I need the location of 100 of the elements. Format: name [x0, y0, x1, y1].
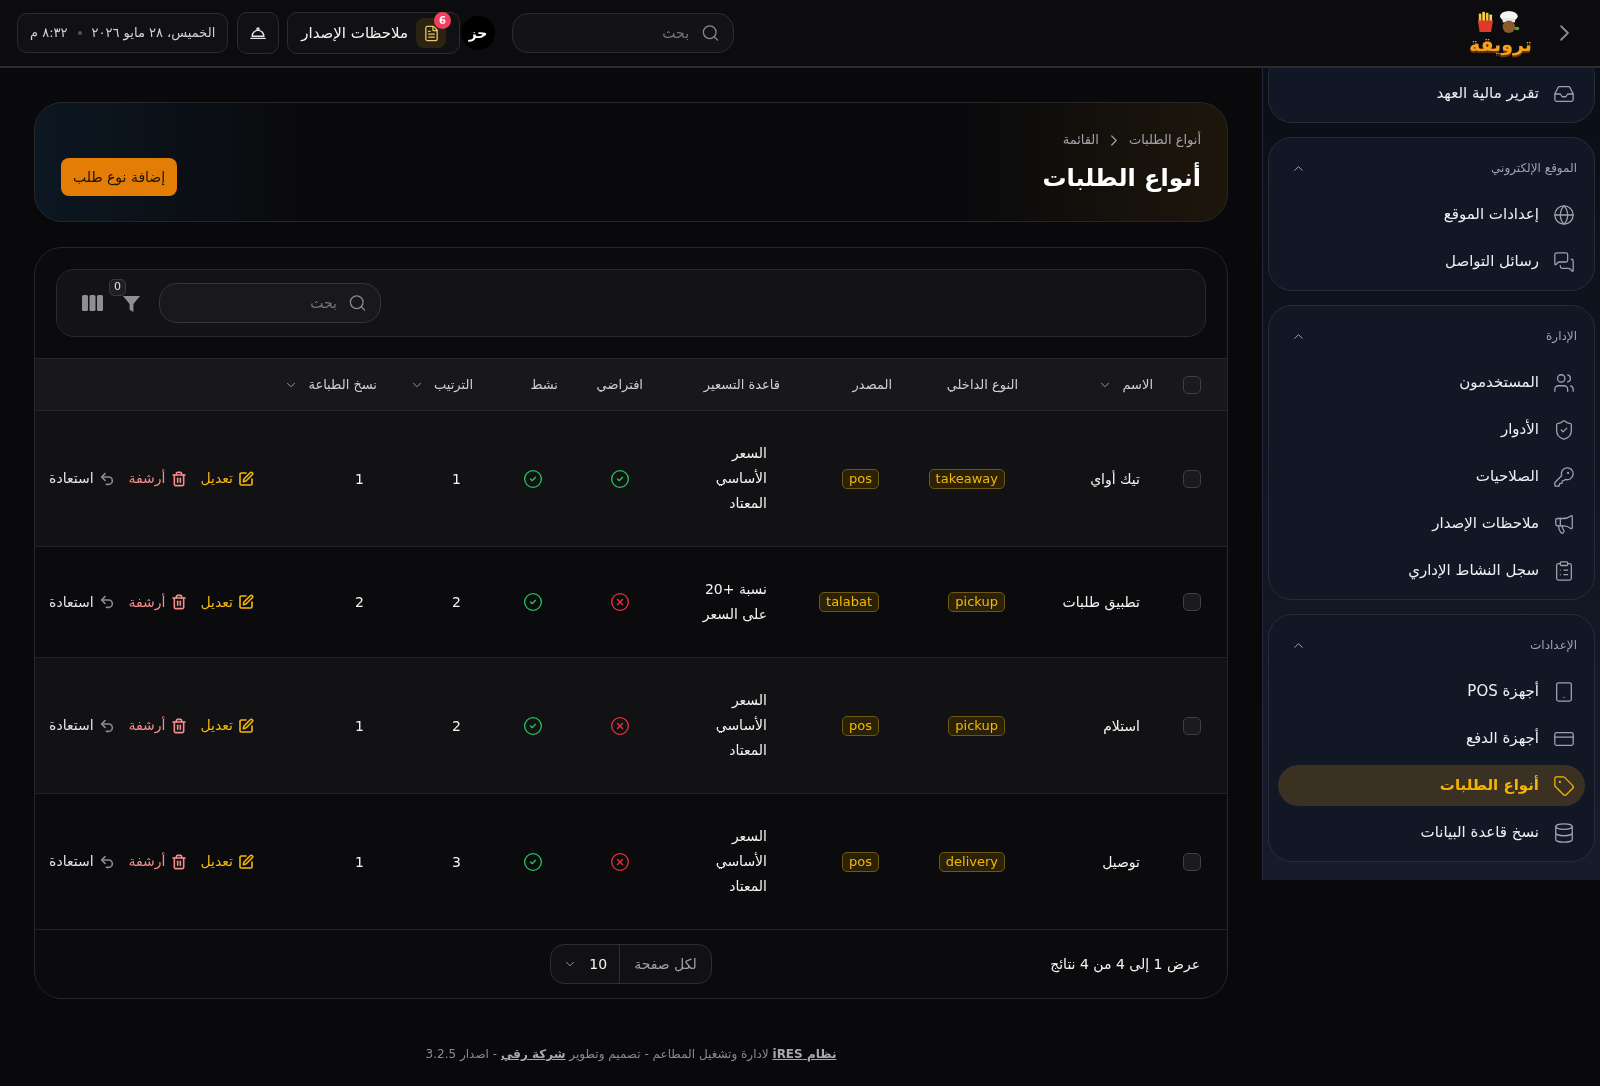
edit-button[interactable]: تعديل: [200, 851, 254, 872]
pen-square-icon: [238, 594, 254, 610]
undo-arrow-icon: [98, 470, 115, 487]
row-checkbox[interactable]: [1183, 593, 1201, 611]
per-page-label: لكل صفحة: [619, 945, 711, 983]
chevron-right-icon: [1110, 134, 1117, 146]
restore-button[interactable]: استعادة: [49, 591, 115, 613]
sidebar-item[interactable]: سجل النشاط الإداري: [1278, 550, 1585, 591]
table-cell: 1: [355, 470, 364, 487]
trash-icon: [170, 853, 187, 870]
table-cell: 2: [355, 594, 364, 610]
column-header: افتراضي: [596, 375, 643, 394]
time-text: ٨:٣٢ م: [30, 24, 68, 43]
globe-icon: [1553, 203, 1575, 226]
row-checkbox[interactable]: [1183, 469, 1201, 488]
per-page-select[interactable]: 10: [551, 945, 620, 983]
section-title: الإعدادات: [1530, 637, 1577, 654]
edit-button[interactable]: تعديل: [200, 591, 254, 613]
edit-button[interactable]: تعديل: [200, 468, 254, 489]
table-cell: 1: [452, 470, 461, 487]
edit-button[interactable]: تعديل: [200, 715, 254, 736]
chevron-right-icon[interactable]: [1560, 25, 1569, 41]
table-cell: استلام: [1103, 717, 1140, 734]
row-checkbox[interactable]: [1183, 716, 1201, 735]
restore-button[interactable]: استعادة: [49, 715, 115, 736]
table-cell: 1: [355, 853, 364, 870]
column-header: المصدر: [852, 375, 892, 395]
footer-credit: نظام iRES لادارة وتشغيل المطاعم - تصميم وتطوير شركة رقي - اصدار 3.2.5: [424, 1046, 838, 1063]
breadcrumb-link[interactable]: أنواع الطلبات: [1128, 130, 1201, 150]
cloche-button[interactable]: [237, 12, 280, 54]
footer-link[interactable]: شركة رقي: [500, 1047, 566, 1061]
logo-text: ترويقة: [1468, 33, 1532, 56]
filter-icon[interactable]: [122, 293, 141, 313]
key-icon: [1553, 465, 1575, 488]
type-badge: pos: [842, 715, 879, 736]
sidebar-item[interactable]: أجهزة POS: [1278, 671, 1585, 712]
row-checkbox[interactable]: [1183, 852, 1201, 871]
sidebar-item[interactable]: أجهزة الدفع: [1278, 718, 1585, 759]
date-text: الخميس، ٢٨ مايو ٢٠٢٦: [91, 24, 216, 43]
table-cell-text: السعر الأساسي المعتاد: [714, 691, 767, 760]
search-icon: [348, 293, 367, 313]
tablet-icon: [1553, 680, 1575, 703]
undo-arrow-icon: [98, 717, 115, 734]
table-search-field[interactable]: بحث: [159, 283, 381, 323]
type-badge: pos: [842, 851, 879, 872]
users-icon: [1553, 371, 1575, 394]
sidebar-item[interactable]: المستخدمون: [1278, 362, 1585, 403]
sidebar-item[interactable]: نسخ قاعدة البيانات: [1278, 812, 1585, 853]
add-order-type-button[interactable]: إضافة نوع طلب: [61, 158, 178, 196]
chat-bubbles-icon: [1553, 250, 1575, 273]
sidebar-item[interactable]: تقرير مالية العهد: [1278, 73, 1585, 114]
search-field[interactable]: بحث: [512, 13, 735, 53]
sidebar-item[interactable]: ملاحظات الإصدار: [1278, 503, 1585, 544]
trash-icon: [170, 594, 187, 610]
search-icon: [701, 23, 721, 43]
columns-icon[interactable]: [82, 295, 103, 311]
type-badge: pos: [842, 468, 879, 489]
sidebar-item[interactable]: أنواع الطلبات: [1278, 765, 1585, 806]
column-header: النوع الداخلي: [946, 375, 1018, 395]
select-all-checkbox[interactable]: [1183, 375, 1201, 394]
type-badge: delivery: [938, 851, 1005, 872]
column-header: قاعدة التسعير: [703, 375, 780, 395]
undo-arrow-icon: [98, 853, 115, 870]
type-badge: pickup: [948, 592, 1005, 612]
archive-button[interactable]: أرشفة: [128, 468, 187, 489]
archive-button[interactable]: أرشفة: [128, 591, 187, 613]
undo-arrow-icon: [98, 594, 115, 610]
column-header[interactable]: الاسم: [1122, 374, 1153, 395]
megaphone-icon: [1553, 512, 1575, 535]
table-cell: توصيل: [1102, 853, 1140, 870]
table-cell: 2: [452, 717, 461, 734]
pen-square-icon: [238, 717, 254, 734]
sidebar-item[interactable]: رسائل التواصل: [1278, 241, 1585, 282]
user-avatar[interactable]: حز: [461, 16, 496, 50]
results-summary: عرض 1 إلى 4 من 4 نتائج: [1049, 954, 1200, 975]
sidebar-item[interactable]: إعدادات الموقع: [1278, 194, 1585, 235]
table-cell: 1: [355, 717, 364, 734]
restore-button[interactable]: استعادة: [49, 851, 115, 872]
type-badge: takeaway: [928, 468, 1005, 489]
column-header: نشط: [530, 375, 558, 394]
table-cell: 3: [452, 853, 461, 870]
section-title: الإدارة: [1546, 328, 1577, 345]
clipboard-list-icon: [1553, 559, 1575, 582]
archive-button[interactable]: أرشفة: [128, 851, 187, 872]
filter-count-badge: 0: [109, 278, 126, 296]
type-badge: pickup: [948, 715, 1005, 736]
count-badge: 6: [434, 12, 452, 29]
breadcrumb-current: القائمة: [1062, 131, 1099, 149]
section-title: الموقع الإلكتروني: [1491, 160, 1577, 177]
table-cell-text: السعر الأساسي المعتاد: [714, 827, 767, 896]
sidebar-item[interactable]: الصلاحيات: [1278, 456, 1585, 497]
trash-icon: [170, 717, 187, 734]
restore-button[interactable]: استعادة: [49, 468, 115, 489]
column-header[interactable]: نسخ الطباعة: [308, 374, 377, 395]
sidebar-item[interactable]: الأدوار: [1278, 409, 1585, 450]
shield-check-icon: [1553, 418, 1575, 441]
cloche-icon: [250, 26, 267, 40]
footer-link[interactable]: نظام iRES: [772, 1047, 837, 1061]
column-header[interactable]: الترتيب: [434, 374, 473, 395]
archive-button[interactable]: أرشفة: [128, 715, 187, 736]
